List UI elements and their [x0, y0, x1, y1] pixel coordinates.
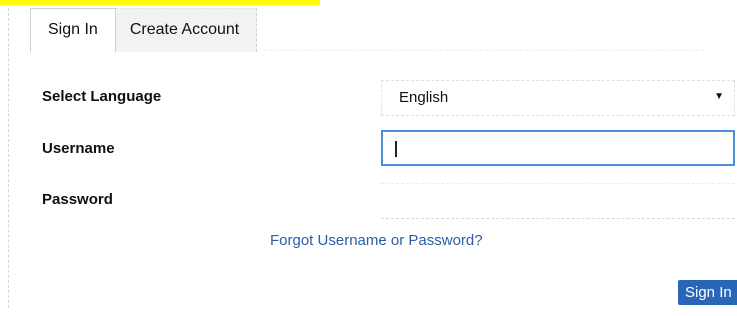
left-divider	[8, 8, 10, 308]
highlight-marker	[0, 0, 320, 5]
language-selected-value: English	[399, 89, 449, 106]
caret-down-icon: ▼	[714, 91, 724, 102]
language-select[interactable]: English ▼	[381, 80, 735, 116]
sign-in-button-label: Sign In	[685, 284, 732, 301]
tab-bar: Sign In Create Account	[30, 8, 258, 52]
forgot-credentials-link[interactable]: Forgot Username or Password?	[270, 232, 483, 249]
language-label: Select Language	[42, 88, 162, 105]
text-cursor	[395, 141, 397, 157]
tab-sign-in[interactable]: Sign In	[30, 8, 116, 52]
sign-in-button[interactable]: Sign In	[678, 280, 737, 305]
tab-sign-in-label: Sign In	[48, 21, 98, 38]
tab-divider	[264, 50, 704, 52]
password-label: Password	[42, 191, 113, 208]
username-label: Username	[42, 140, 115, 157]
tab-create-account-label: Create Account	[129, 21, 240, 38]
tab-create-account[interactable]: Create Account	[115, 8, 258, 52]
password-input[interactable]	[381, 183, 735, 219]
sign-in-panel: Sign In Create Account Select Language E…	[0, 0, 737, 316]
username-input[interactable]	[381, 130, 735, 166]
